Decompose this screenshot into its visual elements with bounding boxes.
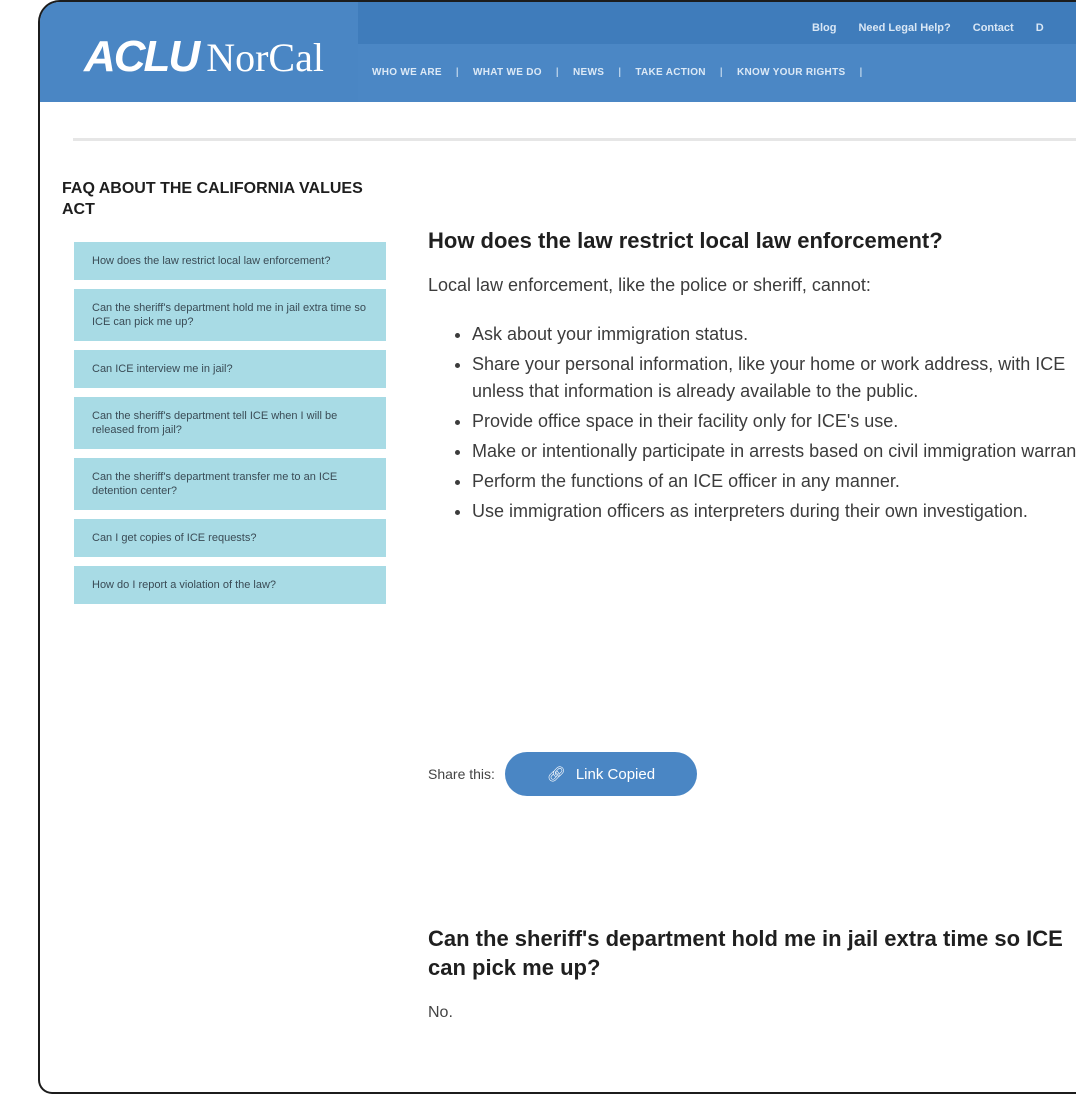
- sidebar-item-ice-interview[interactable]: Can ICE interview me in jail?: [74, 350, 386, 388]
- share-row: Share this: 🔗︎ Link Copied: [428, 752, 697, 796]
- copy-link-label: Link Copied: [575, 765, 656, 783]
- utility-link-donate[interactable]: D: [1036, 22, 1044, 34]
- sidebar-item-transfer-detention[interactable]: Can the sheriff's department transfer me…: [74, 458, 386, 510]
- copy-link-button[interactable]: 🔗︎ Link Copied: [504, 752, 697, 796]
- aclu-logo[interactable]: ACLU NorCal: [84, 32, 324, 82]
- faq-answer-section: How does the law restrict local law enfo…: [428, 226, 1076, 528]
- utility-link-contact[interactable]: Contact: [973, 22, 1014, 34]
- utility-links: Blog Need Legal Help? Contact D: [812, 22, 1044, 34]
- sidebar-item-hold-in-jail[interactable]: Can the sheriff's department hold me in …: [74, 289, 386, 341]
- answer-text: No.: [428, 1004, 453, 1021]
- list-item: Perform the functions of an ICE officer …: [472, 468, 1076, 495]
- sidebar-item-restrict-law-enforcement[interactable]: How does the law restrict local law enfo…: [74, 242, 386, 280]
- main-nav: WHO WE ARE | WHAT WE DO | NEWS | TAKE AC…: [358, 44, 1076, 102]
- list-item: Share your personal information, like yo…: [472, 351, 1076, 405]
- content-divider: [73, 138, 1076, 141]
- logo-secondary: NorCal: [206, 35, 324, 80]
- nav-take-action[interactable]: TAKE ACTION: [621, 67, 720, 78]
- site-header: ACLU NorCal Blog Need Legal Help? Contac…: [40, 2, 1076, 102]
- list-item: Ask about your immigration status.: [472, 321, 1076, 348]
- nav-separator: |: [859, 67, 863, 78]
- question-heading: Can the sheriff's department hold me in …: [428, 926, 1063, 980]
- sidebar-item-ice-requests[interactable]: Can I get copies of ICE requests?: [74, 519, 386, 557]
- browser-frame: ACLU NorCal Blog Need Legal Help? Contac…: [38, 0, 1076, 1094]
- list-item: Provide office space in their facility o…: [472, 408, 1076, 435]
- answer-intro: Local law enforcement, like the police o…: [428, 275, 871, 295]
- list-item: Make or intentionally participate in arr…: [472, 438, 1076, 465]
- sidebar-item-report-violation[interactable]: How do I report a violation of the law?: [74, 566, 386, 604]
- nav-what-we-do[interactable]: WHAT WE DO: [459, 67, 556, 78]
- utility-link-blog[interactable]: Blog: [812, 22, 836, 34]
- utility-link-legal-help[interactable]: Need Legal Help?: [858, 22, 950, 34]
- sidebar-title: FAQ ABOUT THE CALIFORNIA VALUES ACT: [62, 180, 363, 218]
- faq-sidebar: How does the law restrict local law enfo…: [74, 242, 386, 613]
- nav-know-your-rights[interactable]: KNOW YOUR RIGHTS: [723, 67, 860, 78]
- logo-primary: ACLU: [84, 32, 200, 81]
- list-item: Use immigration officers as interpreters…: [472, 498, 1076, 525]
- nav-news[interactable]: NEWS: [559, 67, 618, 78]
- question-heading: How does the law restrict local law enfo…: [428, 228, 943, 253]
- main-nav-items: WHO WE ARE | WHAT WE DO | NEWS | TAKE AC…: [358, 67, 863, 78]
- nav-who-we-are[interactable]: WHO WE ARE: [358, 67, 456, 78]
- logo-block[interactable]: ACLU NorCal: [40, 2, 358, 102]
- utility-bar: Blog Need Legal Help? Contact D: [358, 2, 1076, 44]
- share-label: Share this:: [428, 766, 495, 782]
- faq-answer-section-2: Can the sheriff's department hold me in …: [428, 924, 1076, 1022]
- link-icon: 🔗︎: [546, 766, 566, 783]
- restriction-list: Ask about your immigration status. Share…: [428, 321, 1076, 525]
- sidebar-item-release-notification[interactable]: Can the sheriff's department tell ICE wh…: [74, 397, 386, 449]
